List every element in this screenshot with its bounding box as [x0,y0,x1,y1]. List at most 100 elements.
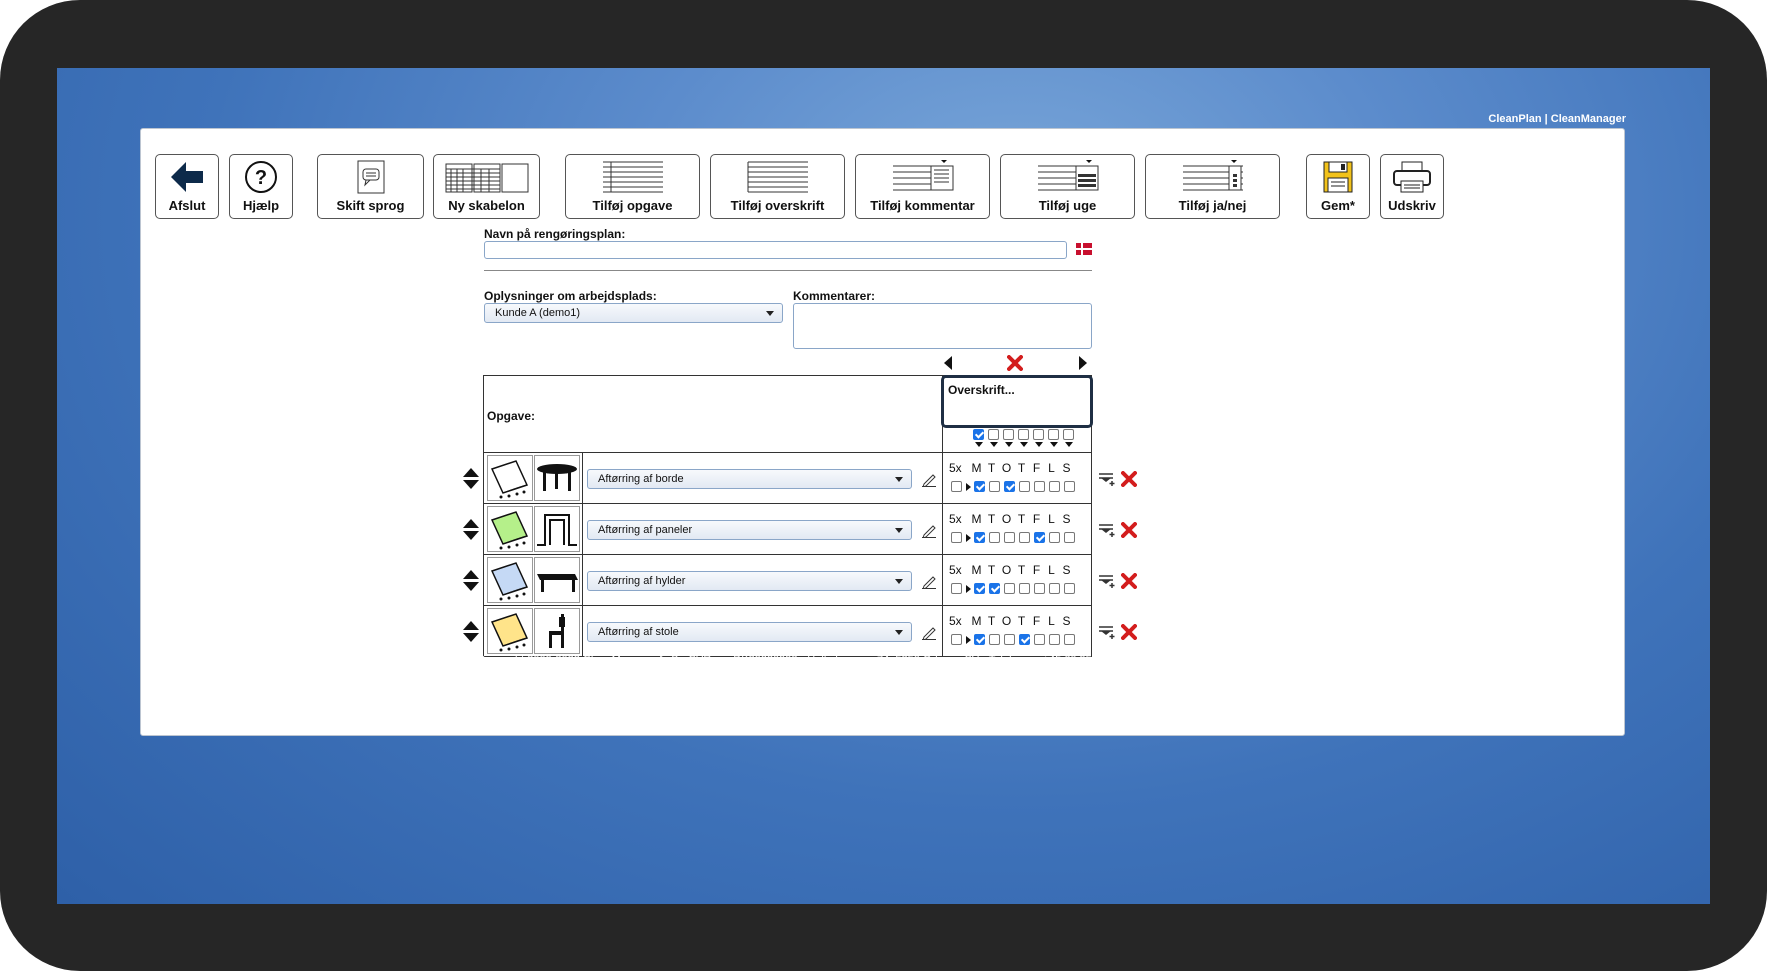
expand-arrow-icon[interactable] [966,482,971,491]
day-checkbox[interactable] [1034,532,1045,543]
day-checkbox[interactable] [1034,481,1045,492]
day-letter: M [971,512,982,526]
cloth-icon[interactable] [486,608,533,654]
add-row-icon[interactable] [1099,523,1117,537]
save-button[interactable]: Gem* [1306,154,1370,219]
reorder-icon[interactable] [463,468,479,490]
task-select[interactable]: Aftørring af paneler [587,520,912,540]
expand-arrow-icon[interactable] [966,635,971,644]
delete-column-icon[interactable] [1007,355,1023,371]
new-template-button[interactable]: Ny skabelon [433,154,540,219]
danish-flag-icon[interactable] [1076,243,1092,255]
pencil-icon[interactable] [921,522,937,538]
frequency-checkbox[interactable] [951,481,962,492]
day-checkbox[interactable] [1064,583,1075,594]
frequency-checkbox[interactable] [951,634,962,645]
header-day-arrow-icon[interactable] [1003,442,1014,447]
cloth-icon[interactable] [486,506,533,552]
reorder-icon[interactable] [463,519,479,541]
delete-row-icon[interactable] [1121,573,1137,589]
chair-icon[interactable] [533,608,580,654]
header-day-arrow-icon[interactable] [1063,442,1074,447]
day-checkbox[interactable] [989,583,1000,594]
header-day-checkbox[interactable] [988,429,999,440]
add-comment-button[interactable]: Tilføj kommentar [855,154,990,219]
day-checkbox[interactable] [989,532,1000,543]
reorder-icon[interactable] [463,621,479,643]
expand-arrow-icon[interactable] [966,584,971,593]
frequency-checkbox[interactable] [951,583,962,594]
add-row-icon[interactable] [1099,625,1117,639]
task-select[interactable]: Aftørring af stole [587,622,912,642]
shelf-icon[interactable] [533,557,580,603]
delete-row-icon[interactable] [1121,624,1137,640]
day-letter: T [987,614,996,628]
pencil-icon[interactable] [921,573,937,589]
day-checkbox[interactable] [1064,634,1075,645]
day-checkbox[interactable] [989,634,1000,645]
day-checkbox[interactable] [1034,634,1045,645]
day-checkbox[interactable] [1019,481,1030,492]
pencil-icon[interactable] [921,471,937,487]
day-checkbox[interactable] [974,532,985,543]
header-day-checkbox[interactable] [1018,429,1029,440]
day-checkbox[interactable] [974,481,985,492]
language-button[interactable]: Skift sprog [317,154,424,219]
header-day-checkbox[interactable] [1033,429,1044,440]
column-left-icon[interactable] [944,356,952,370]
day-checkbox[interactable] [1004,583,1015,594]
delete-row-icon[interactable] [1121,522,1137,538]
day-checkbox[interactable] [1049,481,1060,492]
header-day-checkbox[interactable] [1003,429,1014,440]
add-task-button[interactable]: Tilføj opgave [565,154,700,219]
day-checkbox[interactable] [974,634,985,645]
expand-arrow-icon[interactable] [966,533,971,542]
header-day-checkbox[interactable] [1048,429,1059,440]
reorder-icon[interactable] [463,570,479,592]
day-checkbox[interactable] [1004,634,1015,645]
day-checkbox[interactable] [1034,583,1045,594]
print-button[interactable]: Udskriv [1380,154,1444,219]
exit-button[interactable]: Afslut [155,154,219,219]
add-heading-button[interactable]: Tilføj overskrift [710,154,845,219]
frequency-checkbox[interactable] [951,532,962,543]
add-yesno-button[interactable]: Tilføj ja/nej [1145,154,1280,219]
plan-name-input[interactable] [484,241,1067,259]
day-checkbox[interactable] [1064,481,1075,492]
panel-icon[interactable] [533,506,580,552]
column-right-icon[interactable] [1079,356,1087,370]
day-checkbox[interactable] [1019,532,1030,543]
header-day-arrow-icon[interactable] [1018,442,1029,447]
day-checkbox[interactable] [1049,634,1060,645]
header-day-arrow-icon[interactable] [973,442,984,447]
cloth-icon[interactable] [486,455,533,501]
day-checkbox[interactable] [1004,481,1015,492]
add-week-button[interactable]: Tilføj uge [1000,154,1135,219]
header-day-checkbox[interactable] [973,429,984,440]
day-checkbox[interactable] [1049,532,1060,543]
table-icon[interactable] [533,455,580,501]
cookies-link[interactable]: Cookies på denne side [57,666,1710,678]
comments-textarea[interactable] [793,303,1092,349]
column-heading-input[interactable]: Overskrift... [941,375,1093,428]
day-checkbox[interactable] [1064,532,1075,543]
day-checkbox[interactable] [974,583,985,594]
day-checkbox[interactable] [1049,583,1060,594]
day-checkbox[interactable] [1019,583,1030,594]
cloth-icon[interactable] [486,557,533,603]
add-row-icon[interactable] [1099,472,1117,486]
delete-row-icon[interactable] [1121,471,1137,487]
add-row-icon[interactable] [1099,574,1117,588]
task-select[interactable]: Aftørring af borde [587,469,912,489]
help-button[interactable]: ? Hjælp [229,154,293,219]
pencil-icon[interactable] [921,624,937,640]
day-checkbox[interactable] [1004,532,1015,543]
header-day-arrow-icon[interactable] [988,442,999,447]
header-day-arrow-icon[interactable] [1033,442,1044,447]
workplace-select[interactable]: Kunde A (demo1) [484,303,783,323]
header-day-arrow-icon[interactable] [1048,442,1059,447]
header-day-checkbox[interactable] [1063,429,1074,440]
task-select[interactable]: Aftørring af hylder [587,571,912,591]
day-checkbox[interactable] [1019,634,1030,645]
day-checkbox[interactable] [989,481,1000,492]
